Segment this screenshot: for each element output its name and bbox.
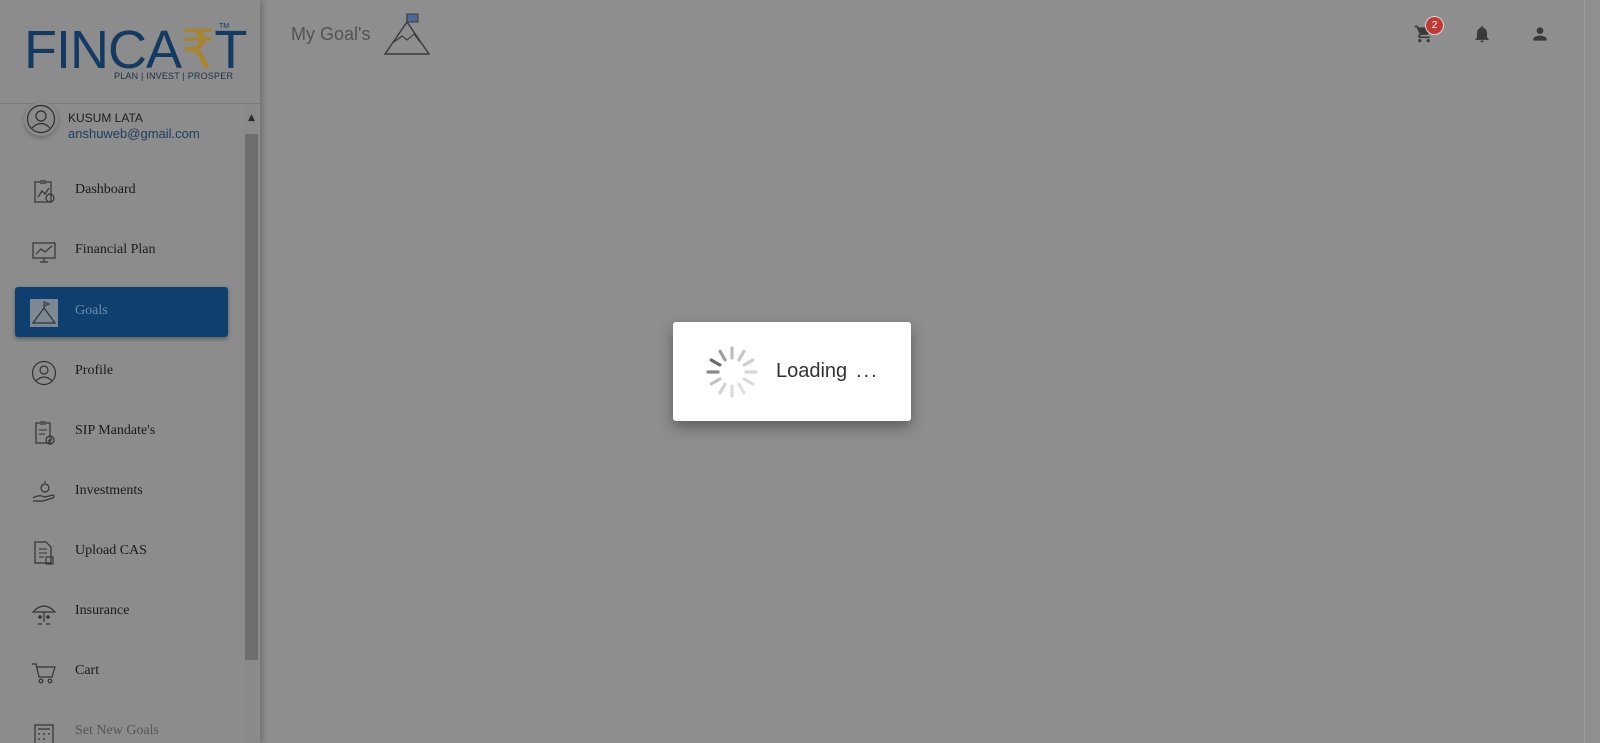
user-info[interactable]: KUSUM LATA anshuweb@gmail.com (22, 102, 242, 144)
loading-dialog: Loading ... (673, 322, 911, 421)
document-upload-icon (30, 539, 58, 567)
sidebar-item-upload-cas[interactable]: Upload CAS (15, 527, 228, 577)
sidebar-item-set-new-goals[interactable]: Set New Goals (15, 707, 228, 743)
sidebar-item-cart[interactable]: Cart (15, 647, 228, 697)
mountain-flag-icon (382, 12, 432, 56)
sidebar-item-label: Goals (75, 303, 108, 318)
logo-tagline: PLAN | INVEST | PROSPER (114, 71, 234, 81)
logo[interactable]: FINCA₹T TM PLAN | INVEST | PROSPER (0, 0, 260, 104)
sidebar-scroll-area: ▲ KUSUM LATA anshuweb@gmail.com Dashboar… (0, 102, 260, 743)
sidebar-item-goals[interactable]: Goals (15, 287, 228, 337)
user-name: KUSUM LATA (68, 111, 143, 125)
monitor-chart-icon (30, 238, 58, 266)
sidebar-item-label: Set New Goals (75, 723, 159, 738)
sidebar-item-label: Dashboard (75, 182, 136, 197)
page-title: My Goal's (291, 24, 371, 44)
notifications-button[interactable] (1470, 22, 1494, 46)
page-scrollbar[interactable] (1584, 0, 1600, 743)
logo-trademark: TM (219, 23, 230, 30)
clipboard-check-icon (30, 419, 58, 447)
user-avatar-icon (26, 104, 56, 134)
cart-icon (30, 659, 58, 687)
sidebar-item-label: Insurance (75, 603, 130, 618)
sidebar-item-label: Financial Plan (75, 242, 156, 257)
user-email: anshuweb@gmail.com (68, 126, 200, 141)
cart-count-badge: 2 (1425, 16, 1444, 35)
top-header: My Goal's (260, 0, 1585, 70)
sidebar-item-insurance[interactable]: Insurance (15, 587, 228, 637)
sidebar-scrollbar-thumb[interactable] (245, 134, 258, 660)
sidebar-item-sip-mandates[interactable]: SIP Mandate's (15, 407, 228, 457)
sidebar: FINCA₹T TM PLAN | INVEST | PROSPER ▲ KUS… (0, 0, 260, 743)
sidebar-item-label: Investments (75, 483, 143, 498)
clipboard-chart-icon (30, 178, 58, 206)
sidebar-item-label: SIP Mandate's (75, 423, 156, 438)
sidebar-item-financial-plan[interactable]: Financial Plan (15, 226, 228, 276)
spinner-icon (706, 346, 758, 398)
umbrella-family-icon (30, 599, 58, 627)
mountain-flag-icon (30, 299, 58, 327)
sidebar-item-label: Upload CAS (75, 543, 147, 558)
calculator-goal-icon (30, 719, 58, 743)
avatar[interactable] (24, 102, 58, 136)
sidebar-item-label: Cart (75, 663, 100, 678)
bell-icon (1475, 26, 1489, 43)
logo-wordmark: FINCA₹T (24, 20, 247, 80)
sidebar-item-label: Profile (75, 363, 114, 378)
sidebar-item-dashboard[interactable]: Dashboard (15, 166, 228, 216)
account-button[interactable] (1528, 22, 1552, 46)
sidebar-item-investments[interactable]: Investments (15, 467, 228, 517)
hand-coin-icon (30, 479, 58, 507)
scroll-up-arrow-icon[interactable]: ▲ (244, 104, 259, 132)
loading-text: Loading (776, 360, 848, 382)
sidebar-item-profile[interactable]: Profile (15, 347, 228, 397)
loading-dots: ... (856, 360, 879, 382)
user-circle-icon (30, 359, 58, 387)
user-icon (1533, 27, 1547, 41)
